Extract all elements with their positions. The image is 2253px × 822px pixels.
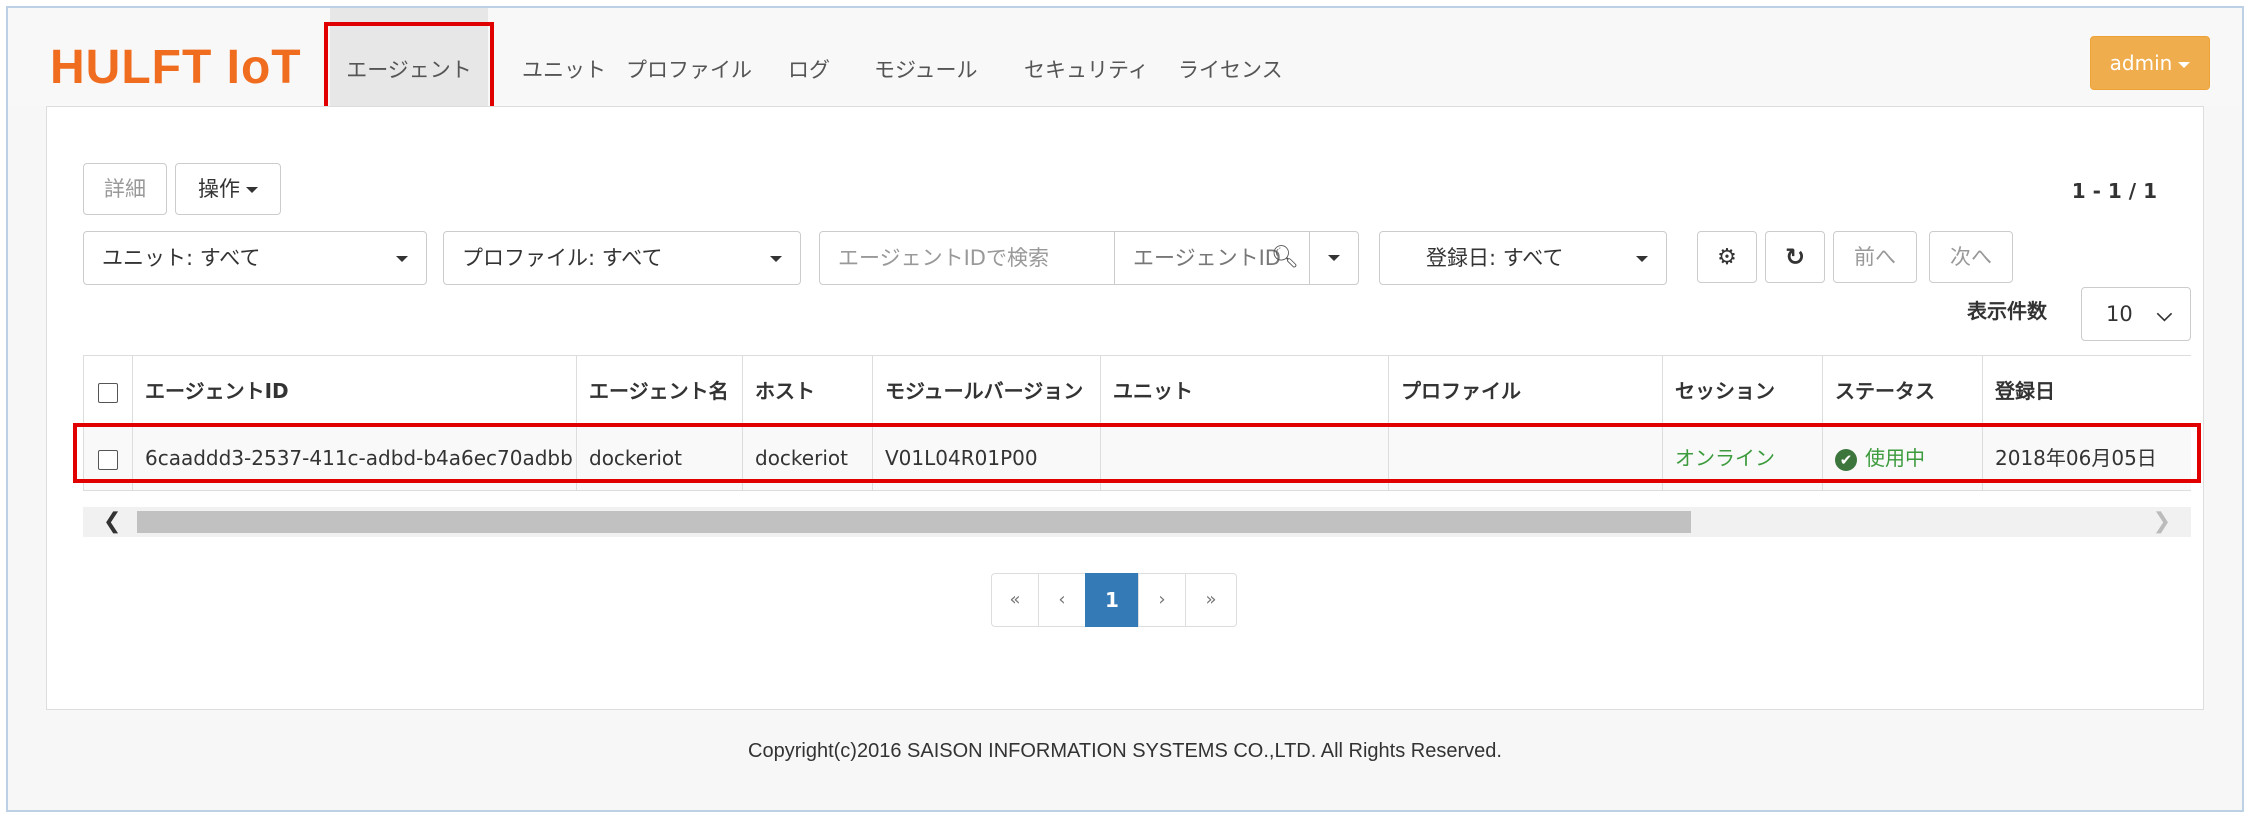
nav-tab-security[interactable]: セキュリティ [1024,8,1149,106]
page-last-button[interactable]: » [1185,573,1237,627]
nav-tab-log[interactable]: ログ [788,8,830,106]
admin-menu-button[interactable]: admin [2090,36,2210,90]
cell-module-version: V01L04R01P00 [873,425,1101,490]
page-first-button[interactable]: « [991,573,1039,627]
search-icon: 🔍︎ [1271,245,1299,270]
unit-filter-select[interactable]: ユニット: すべて [83,231,427,285]
unit-filter-value: ユニット: すべて [102,246,261,270]
app-window: HULFT IoT エージェント ユニット プロファイル ログ モジュール セキ… [6,6,2244,812]
status-text: 使用中 [1865,446,1925,470]
page-next-button[interactable]: › [1138,573,1186,627]
col-header-agent-name[interactable]: エージェント名 [577,356,743,423]
operation-label: 操作 [198,177,240,201]
nav-tab-unit[interactable]: ユニット [522,8,606,106]
next-page-button[interactable]: 次へ [1929,231,2013,283]
search-field-label: エージェントID [1133,246,1281,270]
col-header-host[interactable]: ホスト [743,356,873,423]
nav-tab-license[interactable]: ライセンス [1178,8,1283,106]
admin-label: admin [2109,51,2173,75]
cell-status: ✔ 使用中 [1823,425,1983,490]
hulft-iot-logo[interactable]: HULFT IoT [50,44,302,92]
row-checkbox[interactable] [98,449,118,470]
row-select-cell [83,425,133,490]
pagesize-label: 表示件数 [1967,299,2047,323]
scrollbar-thumb[interactable] [137,511,1691,533]
col-header-status[interactable]: ステータス [1823,356,1983,423]
table-row[interactable]: 6caaddd3-2537-411c-adbd-b4a6ec70adbb doc… [83,425,2191,491]
date-filter-value: 登録日: すべて [1426,246,1564,270]
operation-dropdown-button[interactable]: 操作 [175,163,281,215]
col-header-profile[interactable]: プロファイル [1389,356,1663,423]
cell-profile [1389,425,1663,490]
paging-info: 1 - 1 / 1 [2071,179,2157,203]
chevron-down-icon [770,256,782,262]
search-field-dropdown[interactable] [1309,231,1359,285]
check-circle-icon: ✔ [1835,448,1857,471]
chevron-down-icon [1636,256,1648,262]
col-header-module-version[interactable]: モジュールバージョン [873,356,1101,423]
nav-tab-module[interactable]: モジュール [874,8,978,106]
chevron-down-icon [2178,61,2191,68]
cell-agent-name: dockeriot [577,425,743,490]
agent-list-panel: 詳細 操作 1 - 1 / 1 ユニット: すべて プロファイル: すべて エー… [46,106,2204,710]
col-header-registered[interactable]: 登録日 [1983,356,2191,423]
search-field-button[interactable]: エージェントID 🔍︎ [1114,231,1310,285]
detail-button[interactable]: 詳細 [83,163,167,215]
page-current-button[interactable]: 1 [1085,573,1139,627]
pagesize-select[interactable]: 10 ⌵ [2081,287,2191,341]
select-all-checkbox[interactable] [98,382,118,403]
cell-unit [1101,425,1389,490]
select-all-cell [83,356,133,423]
col-header-session[interactable]: セッション [1663,356,1823,423]
col-header-unit[interactable]: ユニット [1101,356,1389,423]
refresh-icon: ↻ [1784,243,1806,271]
chevron-down-icon [246,187,258,193]
profile-filter-select[interactable]: プロファイル: すべて [443,231,801,285]
settings-button[interactable]: ⚙︎ [1697,231,1757,283]
scroll-left-icon[interactable]: ❮ [103,509,121,534]
chevron-down-icon [1328,255,1340,261]
prev-page-button[interactable]: 前へ [1833,231,1917,283]
registered-date-filter-select[interactable]: 登録日: すべて [1379,231,1667,285]
table-header-row: エージェントID エージェント名 ホスト モジュールバージョン ユニット プロフ… [83,355,2191,425]
search-placeholder: エージェントIDで検索 [838,246,1049,270]
nav-tab-agent[interactable]: エージェント [330,8,488,106]
page-prev-button[interactable]: ‹ [1038,573,1086,627]
pagesize-value: 10 [2106,302,2133,326]
pagination: « ‹ 1 › » [991,573,1237,627]
profile-filter-value: プロファイル: すべて [462,246,663,270]
cell-agent-id: 6caaddd3-2537-411c-adbd-b4a6ec70adbb [133,425,577,490]
footer-copyright: Copyright(c)2016 SAISON INFORMATION SYST… [748,740,1502,762]
chevron-down-icon: ⌵ [2156,302,2172,326]
nav-tab-profile[interactable]: プロファイル [626,8,752,106]
scroll-right-icon[interactable]: ❯ [2153,509,2171,534]
cell-session: オンライン [1663,425,1823,490]
cell-host: dockeriot [743,425,873,490]
chevron-down-icon [396,256,408,262]
navbar: HULFT IoT エージェント ユニット プロファイル ログ モジュール セキ… [8,8,2242,106]
gear-icon: ⚙︎ [1717,245,1737,270]
refresh-button[interactable]: ↻ [1765,231,1825,283]
cell-registered: 2018年06月05日 [1995,446,2157,470]
agent-search-input[interactable]: エージェントIDで検索 [819,231,1115,285]
horizontal-scrollbar[interactable]: ❮ ❯ [83,507,2191,537]
col-header-agent-id[interactable]: エージェントID [133,356,577,423]
